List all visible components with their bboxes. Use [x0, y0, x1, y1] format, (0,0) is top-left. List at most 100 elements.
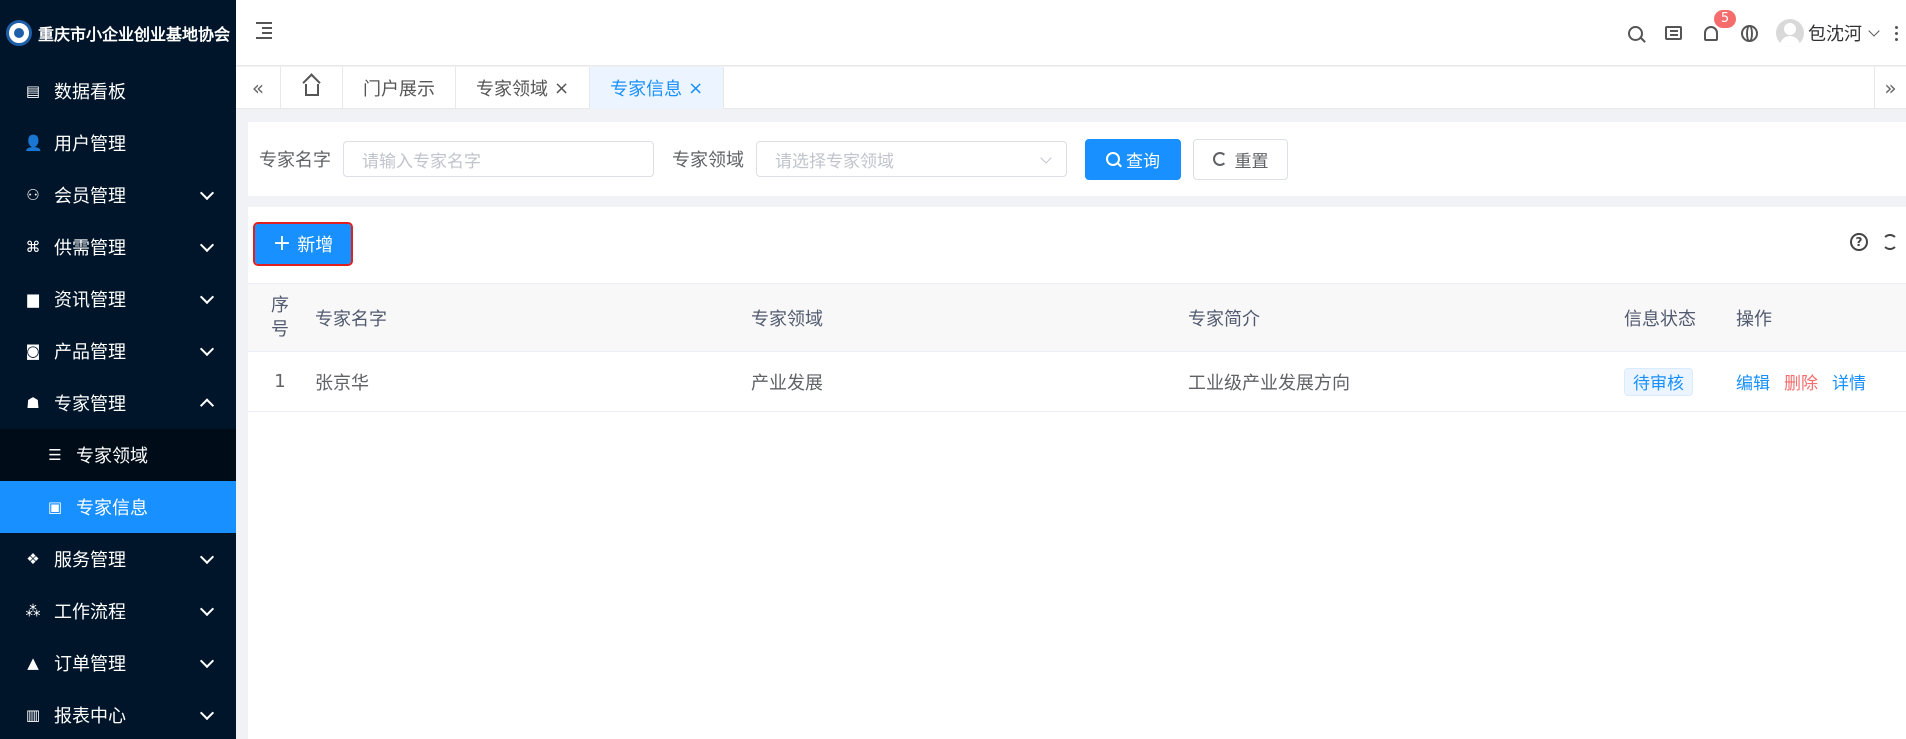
close-icon[interactable]: × [688, 78, 703, 99]
messages-button[interactable] [1654, 0, 1692, 66]
add-button[interactable]: + 新增 [253, 222, 353, 266]
avatar [1776, 19, 1804, 47]
table-panel: + 新增 ? 序号 专家名字 专家领域 专家简介 信息状态 操作 1 张京华 产… [248, 207, 1906, 739]
tab-label: 专家领域 [476, 79, 548, 100]
sidebar-item-label: 报表中心 [54, 706, 126, 727]
table-row: 1 张京华 产业发展 工业级产业发展方向 待审核 编辑 删除 详情 [248, 352, 1906, 412]
chevron-down-icon [199, 549, 215, 565]
field-label: 专家领域 [672, 150, 744, 171]
sidebar-item-label: 供需管理 [54, 238, 126, 259]
sidebar-item-products[interactable]: ◙ 产品管理 [0, 325, 236, 377]
sidebar-item-workflow[interactable]: ⁂ 工作流程 [0, 585, 236, 637]
row-intro: 工业级产业发展方向 [1188, 372, 1350, 394]
chevron-down-icon [1868, 25, 1880, 37]
workflow-icon: ⁂ [25, 602, 41, 620]
news-icon: ▆ [27, 290, 39, 308]
column-header-status: 信息状态 [1624, 308, 1696, 330]
tab-label: 门户展示 [363, 79, 435, 100]
sidebar-item-label: 产品管理 [54, 342, 126, 363]
query-button[interactable]: 查询 [1085, 138, 1181, 180]
bell-icon [1704, 25, 1718, 41]
product-icon: ◙ [25, 342, 41, 360]
refresh-icon [1212, 152, 1227, 166]
sidebar-item-supply[interactable]: ⌘ 供需管理 [0, 221, 236, 273]
table-tools: ? [1850, 233, 1898, 251]
user-menu[interactable]: 包沈河 [1768, 0, 1886, 66]
sidebar-item-expert-info[interactable]: ▣ 专家信息 [0, 481, 236, 533]
close-icon[interactable]: × [554, 78, 569, 99]
table-header: 序号 专家名字 专家领域 专家简介 信息状态 操作 [248, 283, 1906, 352]
sidebar-item-label: 资讯管理 [54, 290, 126, 311]
row-field: 产业发展 [751, 372, 823, 394]
chevron-down-icon [199, 185, 215, 201]
sidebar-item-services[interactable]: ❖ 服务管理 [0, 533, 236, 585]
member-icon: ⚇ [26, 186, 40, 204]
tab-home[interactable] [281, 67, 343, 109]
tab-expert-info[interactable]: 专家信息 × [590, 67, 725, 109]
tab-portal[interactable]: 门户展示 [343, 67, 456, 109]
sidebar-item-label: 工作流程 [54, 602, 126, 623]
sidebar-item-expert-fields[interactable]: ☰ 专家领域 [0, 429, 236, 481]
expert-name-input[interactable]: 请输入专家名字 [343, 141, 654, 177]
list-icon: ☰ [48, 446, 62, 464]
home-icon [304, 84, 319, 96]
refresh-icon[interactable] [1882, 234, 1898, 250]
header-actions: 5 包沈河 [1616, 0, 1906, 66]
detail-link[interactable]: 详情 [1832, 369, 1866, 394]
edit-link[interactable]: 编辑 [1736, 369, 1770, 394]
search-button[interactable] [1616, 0, 1654, 66]
help-icon[interactable]: ? [1850, 233, 1868, 251]
sidebar-item-label: 服务管理 [54, 550, 126, 571]
association-emblem-icon [6, 19, 32, 46]
plus-icon: + [272, 231, 292, 256]
row-actions: 编辑 删除 详情 [1736, 352, 1866, 411]
report-icon: ▥ [25, 706, 41, 724]
sidebar-item-label: 数据看板 [54, 82, 126, 103]
row-name: 张京华 [315, 372, 369, 394]
expert-icon: ☗ [26, 394, 40, 412]
dashboard-icon: ▤ [25, 82, 41, 100]
column-header-index: 序号 [271, 294, 289, 340]
sidebar-item-label: 专家领域 [76, 446, 148, 467]
column-header-field: 专家领域 [751, 308, 823, 330]
service-icon: ❖ [26, 550, 40, 568]
menu-fold-icon[interactable] [254, 22, 272, 39]
sidebar-item-label: 会员管理 [54, 186, 126, 207]
expert-field-select[interactable]: 请选择专家领域 [756, 141, 1067, 177]
notifications-button[interactable]: 5 [1692, 0, 1736, 66]
delete-link[interactable]: 删除 [1784, 369, 1818, 394]
language-button[interactable] [1730, 0, 1768, 66]
reset-button[interactable]: 重置 [1193, 138, 1288, 180]
row-status: 待审核 [1624, 352, 1693, 411]
sidebar-item-users[interactable]: 👤 用户管理 [0, 117, 236, 169]
sidebar-item-label: 专家管理 [54, 394, 126, 415]
chevron-down-icon [199, 653, 215, 669]
sidebar-item-members[interactable]: ⚇ 会员管理 [0, 169, 236, 221]
sidebar-item-reports[interactable]: ▥ 报表中心 [0, 689, 236, 739]
placeholder: 请输入专家名字 [362, 151, 481, 172]
sidebar-item-experts[interactable]: ☗ 专家管理 [0, 377, 236, 429]
globe-icon [1740, 24, 1758, 42]
sidebar-item-dashboard[interactable]: ▤ 数据看板 [0, 65, 236, 117]
tabs-scroll-right-button[interactable]: » [1874, 67, 1906, 109]
name-label: 专家名字 [259, 150, 331, 171]
top-header: 5 包沈河 [236, 0, 1906, 66]
tabs-scroll-left-button[interactable]: « [236, 67, 281, 109]
order-icon: ▲ [27, 654, 39, 672]
placeholder: 请选择专家领域 [775, 151, 894, 172]
search-icon [1627, 25, 1643, 41]
reset-label: 重置 [1234, 151, 1269, 172]
sidebar-item-orders[interactable]: ▲ 订单管理 [0, 637, 236, 689]
experts-submenu: ☰ 专家领域 ▣ 专家信息 [0, 429, 236, 533]
search-form: 专家名字 请输入专家名字 专家领域 请选择专家领域 查询 重置 [248, 122, 1906, 196]
chevron-down-icon [199, 705, 215, 721]
sidebar-item-label: 订单管理 [54, 654, 126, 675]
tab-expert-fields[interactable]: 专家领域 × [456, 67, 591, 109]
clipboard-icon: ▣ [47, 498, 63, 516]
sidebar-item-news[interactable]: ▆ 资讯管理 [0, 273, 236, 325]
row-index: 1 [274, 370, 286, 392]
column-header-name: 专家名字 [315, 308, 387, 330]
chevron-down-icon [199, 601, 215, 617]
more-vertical-icon[interactable] [1886, 0, 1906, 66]
logo[interactable]: 重庆市小企业创业基地协会 [0, 0, 236, 65]
